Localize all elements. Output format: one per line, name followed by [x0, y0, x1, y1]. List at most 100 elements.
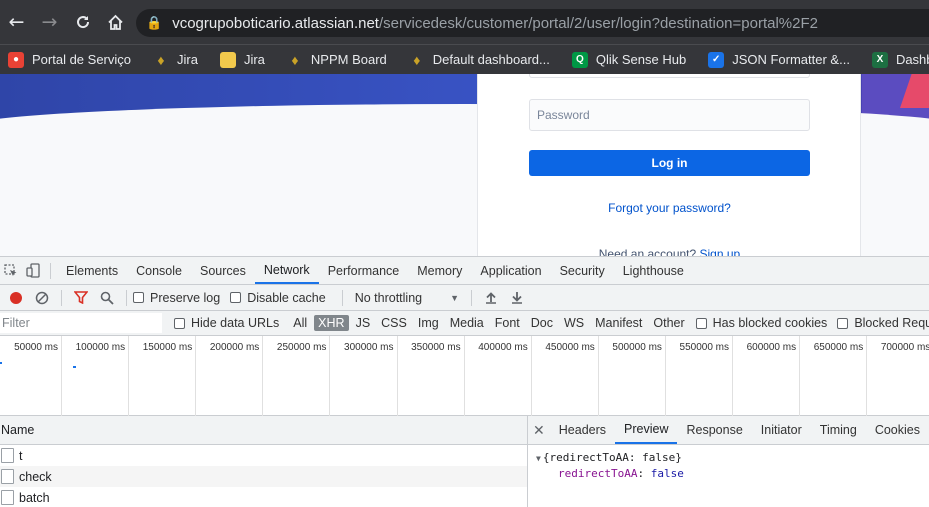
email-field[interactable]	[529, 74, 810, 78]
throttling-value: No throttling	[354, 290, 423, 305]
bookmark-label: NPPM Board	[310, 52, 387, 67]
filter-type-js[interactable]: JS	[352, 315, 375, 331]
detail-tab-initiator[interactable]: Initiator	[752, 416, 811, 444]
jira-icon: ♦	[291, 51, 299, 68]
filter-input[interactable]	[0, 313, 162, 333]
record-button[interactable]	[3, 286, 29, 310]
search-button[interactable]	[94, 286, 120, 310]
network-overview-timeline[interactable]: 50000 ms 100000 ms 150000 ms 200000 ms 25000…	[0, 336, 929, 416]
url-path: /servicedesk/customer/portal/2/user/logi…	[378, 14, 818, 32]
checkbox-box[interactable]	[174, 317, 185, 329]
bookmark-label: JSON Formatter &...	[732, 52, 850, 67]
filter-type-ws[interactable]: WS	[560, 315, 588, 331]
expand-triangle-icon[interactable]: ▼	[536, 454, 541, 463]
filter-type-media[interactable]: Media	[446, 315, 488, 331]
tab-console[interactable]: Console	[127, 257, 191, 284]
folder-icon	[219, 51, 236, 68]
tab-memory[interactable]: Memory	[408, 257, 471, 284]
detail-tab-timing[interactable]: Timing	[811, 416, 866, 444]
checkbox-box[interactable]	[837, 317, 849, 329]
tab-sources[interactable]: Sources	[191, 257, 255, 284]
filter-type-img[interactable]: Img	[414, 315, 443, 331]
bookmark-item[interactable]: ✓ JSON Formatter &...	[708, 51, 850, 68]
bookmark-item[interactable]: Jira	[219, 51, 265, 68]
filter-type-doc[interactable]: Doc	[527, 315, 557, 331]
timeline-gridline	[128, 336, 130, 416]
filter-type-font[interactable]: Font	[491, 315, 524, 331]
tab-application[interactable]: Application	[471, 257, 550, 284]
throttling-select[interactable]: No throttling ▼	[355, 291, 459, 305]
request-row[interactable]: batch	[0, 487, 527, 507]
detail-tab-response[interactable]: Response	[677, 416, 751, 444]
forward-button[interactable]: →	[33, 0, 66, 44]
timeline-gridline	[866, 336, 868, 416]
tab-performance[interactable]: Performance	[319, 257, 409, 284]
bookmark-item[interactable]: ● Portal de Serviço	[8, 51, 131, 68]
device-toolbar-button[interactable]	[22, 257, 44, 284]
bookmark-item[interactable]: Q Qlik Sense Hub	[571, 51, 686, 68]
tab-lighthouse[interactable]: Lighthouse	[614, 257, 693, 284]
signup-prompt: Need an account?	[598, 247, 697, 256]
url-field[interactable]: 🔒 vcogrupoboticario.atlassian.net/servic…	[136, 9, 929, 37]
tab-security[interactable]: Security	[551, 257, 614, 284]
download-icon	[512, 292, 523, 304]
filter-type-xhr[interactable]: XHR	[314, 315, 349, 331]
inspect-element-button[interactable]	[0, 257, 22, 284]
checkbox-box[interactable]	[133, 292, 144, 303]
preview-colon: :	[637, 467, 651, 480]
filter-type-other[interactable]: Other	[649, 315, 688, 331]
preview-property-key: redirectToAA	[558, 467, 638, 480]
address-bar: ← → 🔒 vcogrupoboticario.atlassian.net/se…	[0, 0, 929, 44]
tab-elements[interactable]: Elements	[57, 257, 127, 284]
bookmark-item[interactable]: ♦ Default dashboard...	[409, 52, 550, 68]
export-har-button[interactable]	[504, 286, 530, 310]
back-button[interactable]: ←	[0, 0, 33, 44]
preview-object-summary[interactable]: ▼ {redirectToAA: false}	[536, 450, 929, 466]
bookmark-label: Portal de Serviço	[32, 52, 131, 67]
hide-data-urls-checkbox[interactable]: Hide data URLs	[174, 316, 279, 330]
devtools-tabbar: Elements Console Sources Network Performance…	[0, 256, 929, 285]
signup-link[interactable]: Sign up	[700, 247, 741, 256]
forgot-password-link[interactable]: Forgot your password?	[529, 201, 810, 215]
login-button[interactable]: Log in	[529, 150, 810, 176]
excel-icon: X	[871, 51, 888, 68]
tab-network[interactable]: Network	[254, 257, 319, 284]
detail-tab-headers[interactable]: Headers	[550, 416, 615, 444]
timeline-gridline	[530, 336, 532, 416]
import-har-button[interactable]	[478, 286, 504, 310]
checkbox-box[interactable]	[695, 317, 707, 329]
disable-cache-label: Disable cache	[247, 290, 326, 305]
bookmark-item[interactable]: ♦ Jira	[153, 52, 198, 68]
detail-tabbar: ✕ Headers Preview Response Initiator Timing C…	[528, 416, 929, 445]
name-column-label: Name	[1, 423, 35, 437]
filter-type-manifest[interactable]: Manifest	[591, 315, 646, 331]
detail-tab-cookies[interactable]: Cookies	[866, 416, 929, 444]
timeline-tick-label: 450000 ms	[545, 342, 595, 353]
password-field[interactable]	[529, 99, 810, 131]
signup-line: Need an account? Sign up	[529, 247, 810, 256]
detail-tab-preview[interactable]: Preview	[615, 416, 678, 444]
filter-toggle-button[interactable]	[68, 286, 94, 310]
caret-down-icon: ▼	[450, 292, 460, 303]
checkbox-box[interactable]	[230, 292, 242, 303]
filter-type-all[interactable]: All	[289, 315, 311, 331]
cursor-select-icon	[4, 263, 17, 276]
close-detail-button[interactable]: ✕	[528, 422, 550, 439]
disable-cache-checkbox[interactable]: Disable cache	[230, 291, 326, 305]
arrow-left-icon: ←	[8, 11, 25, 33]
bookmark-item[interactable]: ♦ NPPM Board	[287, 51, 387, 68]
timeline-tick-label: 400000 ms	[478, 342, 528, 353]
clear-button[interactable]	[29, 286, 55, 310]
device-icon	[26, 263, 40, 278]
has-blocked-cookies-checkbox[interactable]: Has blocked cookies	[695, 316, 827, 330]
reload-button[interactable]	[66, 0, 99, 44]
filter-type-css[interactable]: CSS	[377, 315, 411, 331]
name-column-header[interactable]: Name	[0, 416, 527, 445]
request-row[interactable]: check	[0, 466, 527, 487]
home-button[interactable]	[99, 0, 132, 44]
url-host: vcogrupoboticario.atlassian.net	[172, 14, 379, 32]
request-row[interactable]: t	[0, 445, 527, 466]
preserve-log-checkbox[interactable]: Preserve log	[133, 291, 220, 305]
bookmark-item[interactable]: X Dashboard Realizad...	[871, 51, 929, 68]
blocked-requests-checkbox[interactable]: Blocked Requests	[837, 316, 929, 330]
